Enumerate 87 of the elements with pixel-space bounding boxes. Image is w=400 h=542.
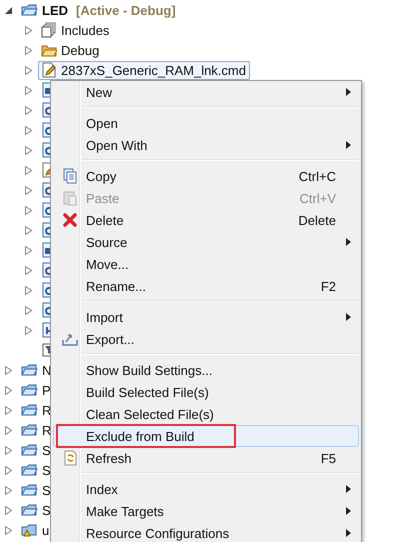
submenu-arrow-icon: [346, 238, 350, 246]
expand-arrow-icon[interactable]: [4, 466, 13, 474]
expand-arrow-icon[interactable]: [4, 526, 13, 534]
project-name[interactable]: S: [42, 462, 51, 478]
project-name[interactable]: P: [42, 382, 51, 398]
shortcut-text: F5: [320, 450, 336, 466]
expand-arrow-icon[interactable]: [4, 426, 13, 434]
shortcut-text: F2: [320, 278, 336, 294]
menu-item[interactable]: Refresh F5: [53, 447, 359, 469]
expand-arrow-icon[interactable]: [4, 386, 13, 394]
expand-arrow-icon[interactable]: [24, 46, 33, 54]
submenu-arrow-icon: [346, 485, 350, 493]
project-folder-icon: [21, 2, 38, 18]
project-warning-icon: [21, 522, 38, 538]
expand-arrow-icon[interactable]: [24, 106, 33, 114]
includes-icon: [41, 22, 57, 38]
expand-arrow-icon[interactable]: [24, 286, 33, 294]
project-name[interactable]: R: [42, 422, 52, 438]
menu-item[interactable]: Open With: [53, 134, 359, 156]
menu-item[interactable]: Index: [53, 478, 359, 500]
expand-arrow-icon[interactable]: [24, 86, 33, 94]
expand-arrow-icon[interactable]: [24, 226, 33, 234]
project-name[interactable]: R: [42, 402, 52, 418]
shortcut-text: Ctrl+V: [300, 190, 336, 206]
collapse-arrow-icon[interactable]: [4, 6, 13, 14]
expand-arrow-icon[interactable]: [24, 306, 33, 314]
tree-item[interactable]: 2837xS_Generic_RAM_lnk.cmd: [38, 60, 250, 80]
expand-arrow-icon[interactable]: [24, 126, 33, 134]
menu-item[interactable]: Import: [53, 306, 359, 328]
expand-arrow-icon[interactable]: [24, 66, 33, 74]
clipboard-icon: [62, 190, 78, 206]
file-pencil-icon: [41, 162, 50, 178]
filter-icon: [41, 342, 50, 358]
expand-arrow-icon[interactable]: [24, 186, 33, 194]
menu-item[interactable]: Export...: [53, 328, 359, 350]
expand-arrow-icon[interactable]: [4, 406, 13, 414]
expand-arrow-icon[interactable]: [24, 26, 33, 34]
project-status: [Active - Debug]: [76, 2, 176, 18]
project-name[interactable]: S: [42, 502, 51, 518]
expand-arrow-icon[interactable]: [4, 446, 13, 454]
expand-arrow-icon[interactable]: [4, 486, 13, 494]
project-name[interactable]: S: [42, 442, 51, 458]
project-folder-icon: [21, 402, 38, 418]
submenu-arrow-icon: [346, 313, 350, 321]
submenu-arrow-icon: [346, 88, 350, 96]
menu-item[interactable]: Exclude from Build: [53, 425, 359, 447]
project-folder-icon: [21, 382, 38, 398]
copy-icon: [62, 168, 78, 184]
file-pencil-icon: [41, 62, 57, 78]
delete-icon: [62, 212, 78, 228]
project-folder-icon: [21, 442, 38, 458]
project-name[interactable]: S: [42, 482, 51, 498]
menu-item[interactable]: Show Build Settings...: [53, 359, 359, 381]
project-folder-icon: [21, 502, 38, 518]
expand-arrow-icon[interactable]: [24, 206, 33, 214]
expand-arrow-icon[interactable]: [24, 246, 33, 254]
menu-item[interactable]: Copy Ctrl+C: [53, 165, 359, 187]
project-name[interactable]: LED: [42, 2, 68, 18]
project-folder-icon: [21, 462, 38, 478]
menu-item[interactable]: Resource Configurations: [53, 522, 359, 542]
expand-arrow-icon[interactable]: [24, 326, 33, 334]
shortcut-text: Ctrl+C: [298, 168, 336, 184]
menu-item[interactable]: Make Targets: [53, 500, 359, 522]
menu-item[interactable]: Source: [53, 231, 359, 253]
menu-item[interactable]: Build Selected File(s): [53, 381, 359, 403]
expand-arrow-icon[interactable]: [4, 366, 13, 374]
project-folder-icon: [21, 362, 38, 378]
expand-arrow-icon[interactable]: [24, 266, 33, 274]
submenu-arrow-icon: [346, 141, 350, 149]
project-folder-icon: [21, 422, 38, 438]
tree-item[interactable]: Includes: [38, 20, 114, 40]
menu-item[interactable]: Move...: [53, 253, 359, 275]
menu-item[interactable]: New: [53, 81, 359, 103]
menu-item[interactable]: Open: [53, 112, 359, 134]
expand-arrow-icon[interactable]: [4, 506, 13, 514]
menu-item[interactable]: Delete Delete: [53, 209, 359, 231]
shortcut-text: Delete: [298, 212, 336, 228]
refresh-icon: [62, 450, 78, 466]
submenu-arrow-icon: [346, 507, 350, 515]
menu-item[interactable]: Clean Selected File(s): [53, 403, 359, 425]
project-folder-icon: [21, 482, 38, 498]
menu-item[interactable]: Rename... F2: [53, 275, 359, 297]
submenu-arrow-icon: [346, 529, 350, 537]
expand-arrow-icon[interactable]: [24, 166, 33, 174]
project-name[interactable]: u: [42, 522, 50, 538]
expand-arrow-icon[interactable]: [24, 146, 33, 154]
tree-item[interactable]: Debug: [38, 40, 104, 60]
